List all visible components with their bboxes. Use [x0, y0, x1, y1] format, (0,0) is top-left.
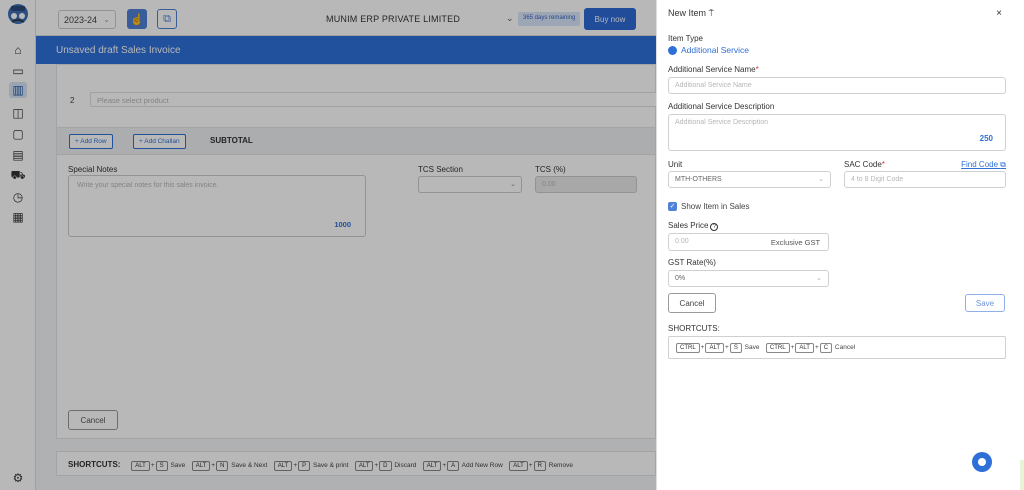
panel-save-button[interactable]: Save [965, 294, 1005, 312]
pin-icon[interactable]: ⍑ [709, 8, 714, 18]
new-item-panel: New Item ⍑ × Item Type Additional Servic… [656, 0, 1020, 490]
service-description-textarea[interactable]: Additional Service Description 250 [668, 114, 1006, 151]
chat-support-icon[interactable] [972, 452, 992, 472]
shortcut-cancel-label: Cancel [834, 344, 856, 351]
service-name-label: Additional Service Name* [668, 65, 759, 74]
gst-rate-select[interactable]: 0% ⌄ [668, 270, 829, 287]
show-in-sales-checkbox[interactable]: ✓ [668, 202, 677, 211]
service-description-label: Additional Service Description [668, 102, 775, 111]
description-count: 250 [979, 134, 993, 143]
sac-code-input[interactable]: 4 to 8 Digit Code [844, 171, 1006, 188]
help-icon[interactable]: ? [710, 223, 719, 231]
sac-code-label: SAC Code* [844, 160, 885, 169]
close-icon[interactable]: × [996, 8, 1002, 19]
panel-cancel-button[interactable]: Cancel [668, 293, 716, 313]
item-type-radio[interactable] [668, 46, 677, 55]
panel-shortcuts-box: CTRL + ALT + S Save CTRL + ALT + C Cancel [668, 336, 1006, 359]
external-link-icon: ⧉ [1000, 160, 1006, 169]
show-in-sales-label: Show Item in Sales [681, 202, 750, 211]
shortcut-save-label: Save [744, 344, 760, 351]
chevron-down-icon: ⌄ [816, 275, 822, 282]
gst-rate-label: GST Rate(%) [668, 258, 716, 267]
modal-backdrop[interactable] [0, 0, 656, 490]
panel-shortcuts-label: SHORTCUTS: [668, 324, 720, 333]
right-edge-strip [1020, 0, 1024, 490]
description-placeholder: Additional Service Description [675, 119, 768, 126]
gst-mode-select[interactable]: Exclusive GST [763, 233, 829, 251]
item-type-value[interactable]: Additional Service [681, 45, 749, 55]
panel-title: New Item ⍑ [668, 8, 714, 18]
unit-label: Unit [668, 160, 683, 169]
unit-select[interactable]: MTH-OTHERS ⌄ [668, 171, 831, 188]
gst-rate-value: 0% [675, 275, 686, 282]
right-edge-highlight [1020, 460, 1024, 490]
sales-price-label: Sales Price? [668, 221, 719, 231]
unit-value: MTH-OTHERS [675, 176, 722, 183]
item-type-label: Item Type [668, 34, 703, 43]
find-code-link[interactable]: Find Code ⧉ [961, 160, 1006, 170]
sales-price-input[interactable]: 0.00 [668, 233, 764, 251]
chevron-down-icon: ⌄ [818, 176, 824, 183]
service-name-input[interactable]: Additional Service Name [668, 77, 1006, 94]
